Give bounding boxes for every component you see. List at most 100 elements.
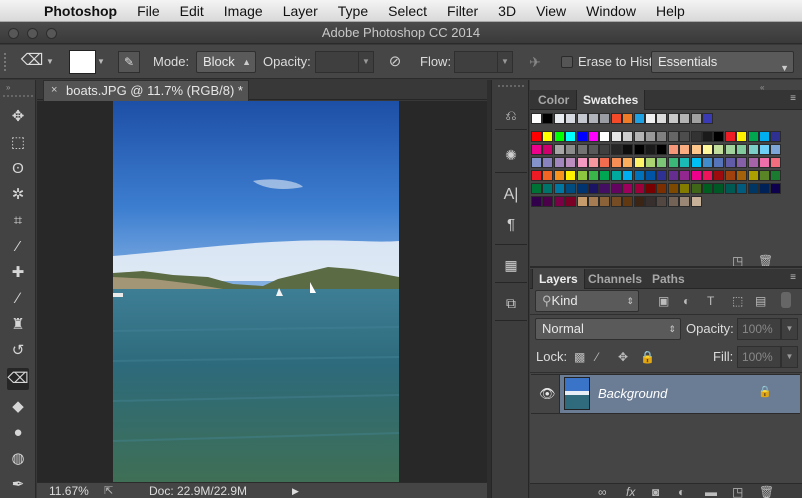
color-swatch[interactable] [645,157,656,168]
color-swatch[interactable] [679,183,691,194]
color-swatch[interactable] [759,183,770,194]
color-swatch[interactable] [770,131,782,142]
color-swatch[interactable] [656,196,668,207]
menu-type[interactable]: Type [328,3,378,19]
color-swatch[interactable] [679,144,691,155]
color-swatch[interactable] [747,157,759,168]
dodge-tool-icon[interactable]: ● [7,422,29,444]
color-swatch[interactable] [599,131,611,142]
zoom-window-icon[interactable] [46,28,57,39]
color-swatch[interactable] [610,170,622,181]
color-swatch[interactable] [702,183,713,194]
erase-history-checkbox[interactable] [561,56,573,68]
color-swatch[interactable] [610,183,622,194]
zoom-level[interactable]: 11.67% [49,483,89,498]
lasso-tool-icon[interactable]: ʘ [7,158,29,180]
color-swatch[interactable] [747,144,759,155]
menu-layer[interactable]: Layer [273,3,328,19]
brush-preview-swatch[interactable] [69,50,96,74]
clone-stamp-tool-icon[interactable]: ♜ [7,314,29,336]
color-swatch[interactable] [736,170,748,181]
color-swatch[interactable] [713,144,725,155]
color-swatch[interactable] [713,170,725,181]
layer-name[interactable]: Background [598,386,667,401]
panel-menu-icon[interactable]: ≡ [790,272,796,283]
menu-filter[interactable]: Filter [437,3,488,19]
color-swatch[interactable] [599,183,611,194]
color-swatch[interactable] [736,183,748,194]
workspace-dropdown[interactable]: Essentials ▼ [651,51,794,73]
color-swatch[interactable] [553,157,565,168]
color-swatch[interactable] [759,157,770,168]
crop-tool-icon[interactable]: ⌗ [7,210,29,232]
color-swatch[interactable] [531,113,542,124]
color-swatch[interactable] [656,183,668,194]
color-swatch[interactable] [576,144,588,155]
lock-image-icon[interactable]: ⁄ [596,350,598,364]
new-layer-icon[interactable]: ◳ [732,485,743,498]
new-group-icon[interactable]: ▬ [705,485,717,498]
filter-type-icon[interactable]: T [707,294,714,308]
color-swatch[interactable] [633,113,645,124]
color-swatch[interactable] [724,157,736,168]
color-swatch[interactable] [679,157,691,168]
color-swatch[interactable] [531,157,542,168]
lock-all-icon[interactable]: 🔒 [640,350,655,364]
color-swatch[interactable] [610,144,622,155]
color-swatch[interactable] [531,131,542,142]
flow-input[interactable] [454,51,498,73]
color-swatch[interactable] [645,144,656,155]
color-swatch[interactable] [599,196,611,207]
panel-menu-icon[interactable]: ≡ [790,93,796,104]
lock-transparent-icon[interactable]: ▩ [574,350,585,364]
color-swatch[interactable] [690,131,702,142]
color-swatch[interactable] [667,144,679,155]
tab-swatches[interactable]: Swatches [576,90,646,110]
color-swatch[interactable] [565,196,577,207]
color-swatch[interactable] [713,183,725,194]
menu-app-name[interactable]: Photoshop [38,3,127,19]
color-swatch[interactable] [633,144,645,155]
color-swatch[interactable] [736,157,748,168]
color-swatch[interactable] [747,131,759,142]
brush-panel-icon[interactable]: ▦ [500,254,522,276]
link-layers-icon[interactable]: ∞ [598,485,607,498]
color-swatch[interactable] [690,157,702,168]
chevron-down-icon[interactable]: ▼ [46,57,54,66]
layer-style-fx-icon[interactable]: fx [626,485,635,498]
tab-layers[interactable]: Layers [532,269,585,289]
color-swatch[interactable] [770,157,782,168]
layer-row-background[interactable]: 👁 Background 🔒 [530,374,800,414]
menu-file[interactable]: File [127,3,170,19]
color-swatch[interactable] [736,144,748,155]
color-swatch[interactable] [622,170,634,181]
color-swatch[interactable] [622,144,634,155]
color-swatch[interactable] [736,131,748,142]
blur-tool-icon[interactable]: ◍ [7,448,29,470]
color-swatch[interactable] [610,113,622,124]
grip-handle[interactable] [3,95,33,97]
color-swatch[interactable] [599,170,611,181]
magic-wand-tool-icon[interactable]: ✲ [7,184,29,206]
opacity-input[interactable] [315,51,359,73]
color-swatch[interactable] [656,113,668,124]
close-window-icon[interactable] [8,28,19,39]
color-swatch[interactable] [599,157,611,168]
color-swatch[interactable] [588,157,599,168]
move-tool-icon[interactable]: ✥ [7,106,29,128]
color-swatch[interactable] [667,170,679,181]
color-swatch[interactable] [531,144,542,155]
color-swatch[interactable] [690,196,702,207]
color-swatch[interactable] [645,183,656,194]
color-swatch[interactable] [690,144,702,155]
history-panel-icon[interactable]: ⎌ [500,104,522,126]
chevron-down-icon[interactable]: ▼ [97,57,105,66]
eraser-preset-icon[interactable]: ⌫ [20,50,44,72]
color-swatch[interactable] [542,196,554,207]
color-swatch[interactable] [588,183,599,194]
color-swatch[interactable] [610,157,622,168]
color-swatch[interactable] [770,144,782,155]
eye-icon[interactable]: 👁 [539,386,556,402]
color-swatch[interactable] [531,170,542,181]
color-swatch[interactable] [553,131,565,142]
